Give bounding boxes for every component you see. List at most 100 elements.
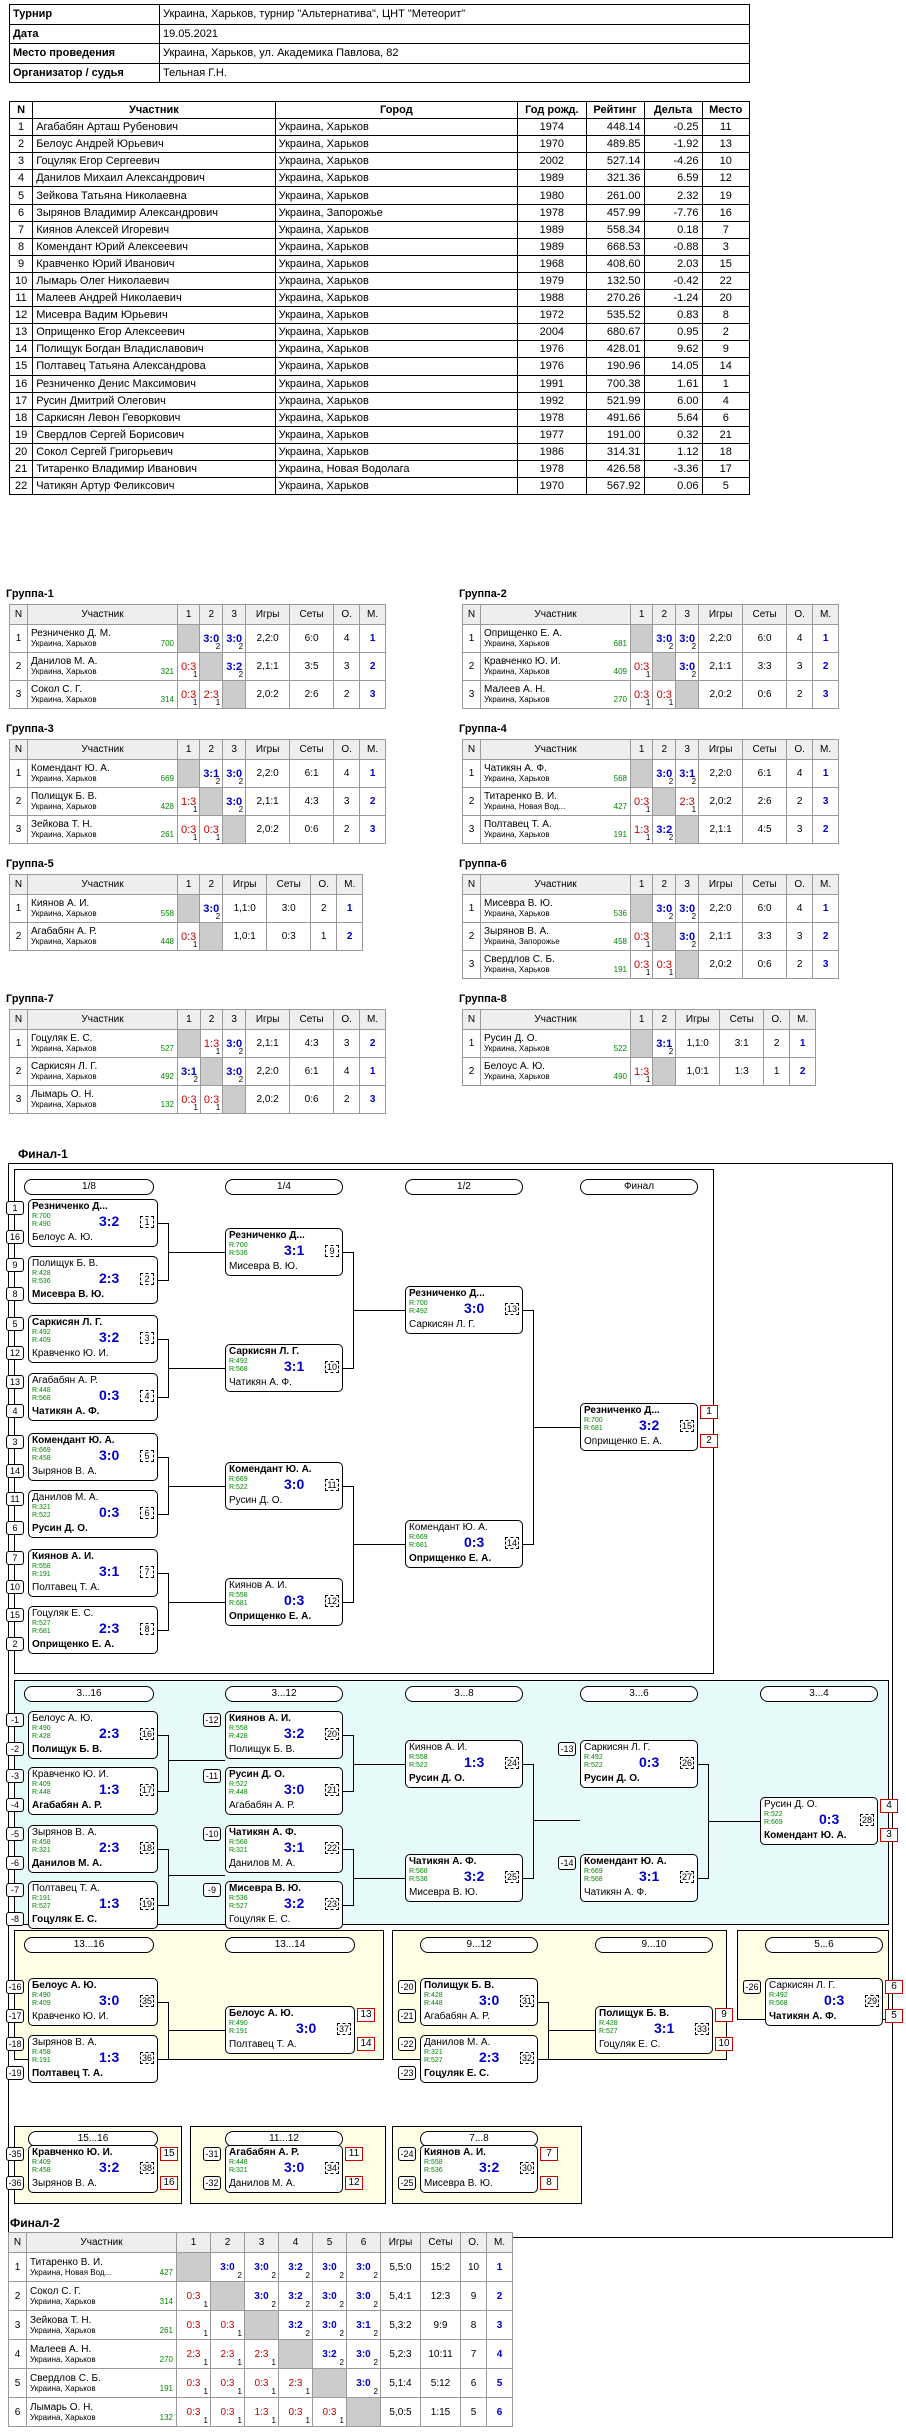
points: 1 xyxy=(192,698,198,707)
match-number: 29 xyxy=(865,1995,879,2007)
tournament-info-table: Турнир Украина, Харьков, турнир "Альтерна… xyxy=(9,4,750,83)
score-cell: 2:3 1 xyxy=(176,2339,211,2369)
participants-cell: 527.14 xyxy=(585,152,645,171)
match-score: 3:2 xyxy=(464,1868,485,1884)
points: 2 xyxy=(373,2358,378,2367)
place-cell: 2 xyxy=(359,787,387,816)
participants-cell: Комендант Юрий Алексеевич xyxy=(32,237,276,256)
participants-cell: Агабабян Арташ Рубенович xyxy=(32,118,276,137)
participants-cell: 314.31 xyxy=(585,442,645,461)
place-box: 3 xyxy=(880,1828,898,1842)
place-box: 6 xyxy=(885,1980,903,1994)
participants-cell: 5 xyxy=(701,477,751,496)
player-city: Украина, Харьков xyxy=(31,667,97,676)
table-row: 17 Русин Дмитрий Олегович Украина, Харьков… xyxy=(8,391,751,410)
participants-cell: 132.50 xyxy=(585,271,645,291)
group-player-cell: Оприщенко Е. А. Украина, Харьков 681 xyxy=(480,624,631,653)
participants-cell: 2004 xyxy=(517,323,587,342)
info-value: Украина, Харьков, турнир "Альтернатива",… xyxy=(159,4,750,25)
sets-cell: 6:1 xyxy=(289,1057,335,1086)
player-city: Украина, Харьков xyxy=(31,1100,97,1109)
participants-cell: Украина, Харьков xyxy=(274,340,519,359)
participants-cell: 10 xyxy=(701,152,751,171)
bracket-line xyxy=(168,1368,225,1369)
sets-cell: 3:1 xyxy=(719,1029,765,1058)
group-header-cell: 2 xyxy=(199,739,224,760)
seed-box: 12 xyxy=(6,1346,24,1360)
group-header-cell: О. xyxy=(333,739,361,760)
round-label: 5...6 xyxy=(765,1937,883,1953)
player-rating: 458 xyxy=(613,937,627,946)
match-player-2: Полищук Б. В. xyxy=(229,1744,296,1755)
score: 0:3 xyxy=(322,2406,337,2418)
points: 1 xyxy=(645,968,651,977)
final2-header-cell: 2 xyxy=(210,2232,245,2253)
sets-cell: 6:0 xyxy=(742,624,788,653)
match-player-1: Саркисян Л. Г. xyxy=(769,1980,836,1991)
player-name: Титаренко В. И. xyxy=(30,2256,103,2268)
participants-cell: 2 xyxy=(8,135,34,154)
group-row-number: 2 xyxy=(462,652,481,681)
group-header-cell: 1 xyxy=(176,739,201,760)
participants-cell: Украина, Харьков xyxy=(274,186,519,205)
points: 1 xyxy=(668,968,674,977)
table-row: 11 Малеев Андрей Николаевич Украина, Харьк… xyxy=(8,289,751,308)
participants-cell: 13 xyxy=(8,323,34,342)
points: 1 xyxy=(192,805,198,814)
player-city: Украина, Харьков xyxy=(30,2412,96,2422)
match-rating-2: R:527 xyxy=(599,2028,618,2035)
match-player-2: Полтавец Т. А. xyxy=(32,2068,103,2079)
points: 1 xyxy=(339,2416,344,2425)
match-rating-1: R:448 xyxy=(32,1387,51,1394)
points-cell: 5 xyxy=(460,2397,487,2427)
bracket-line xyxy=(168,2030,225,2031)
match-score: 3:1 xyxy=(639,1868,660,1884)
games-cell: 2,1:1 xyxy=(698,652,744,681)
group-title: Группа-3 xyxy=(6,723,54,735)
participants-cell: 1989 xyxy=(517,169,587,188)
score-cell: 0:3 1 xyxy=(278,2397,313,2427)
place-cell: 3 xyxy=(359,680,387,709)
participants-cell: 7 xyxy=(8,220,34,239)
participants-cell: 448.14 xyxy=(585,118,645,137)
player-name: Зейкова Т. Н. xyxy=(31,819,93,830)
seed-box: -7 xyxy=(6,1883,24,1897)
match-score: 0:3 xyxy=(284,1592,305,1608)
participants-cell: 15 xyxy=(701,254,751,273)
participants-cell: 17 xyxy=(8,391,34,410)
score-cell: 0:3 1 xyxy=(176,2310,211,2340)
bracket-line xyxy=(343,1791,353,1792)
match-number: 8 xyxy=(140,1623,154,1635)
seed-box: -18 xyxy=(6,2037,24,2051)
participants-cell: 1976 xyxy=(517,357,587,376)
group-header-cell: Сеты xyxy=(719,1009,765,1030)
match-rating-2: R:191 xyxy=(32,1571,51,1578)
games-cell: 5,5:0 xyxy=(380,2252,421,2282)
participants-cell: 22 xyxy=(701,271,751,291)
table-row: 3 Гоцуляк Егор Сергеевич Украина, Харьков 2… xyxy=(8,152,751,171)
round-label: 3...12 xyxy=(225,1686,343,1702)
score: 0:3 xyxy=(186,2377,201,2389)
match-rating-1: R:558 xyxy=(229,1592,248,1599)
match-rating-1: R:558 xyxy=(32,1563,51,1570)
points: 1 xyxy=(237,2358,242,2367)
match-player-1: Русин Д. О. xyxy=(229,1769,285,1780)
group-header-cell: 1 xyxy=(176,874,201,895)
group-player-cell: Полтавец Т. А. Украина, Харьков 191 xyxy=(480,815,631,844)
group-header-cell: М. xyxy=(359,1009,387,1030)
participants-cell: 668.53 xyxy=(585,237,645,256)
player-name: Комендант Ю. А. xyxy=(31,763,110,774)
score-cell: 2:3 1 xyxy=(675,787,700,816)
match-player-1: Кравченко Ю. И. xyxy=(32,1769,109,1780)
points: 2 xyxy=(339,2329,344,2338)
participants-cell: Данилов Михаил Александрович xyxy=(32,169,276,188)
match-rating-2: R:669 xyxy=(764,1819,783,1826)
round-label: Финал xyxy=(580,1179,698,1195)
match-number: 21 xyxy=(325,1784,339,1796)
table-row: 14 Полищук Богдан Владиславович Украина, Х… xyxy=(8,340,751,359)
match-box: Комендант Ю. А. R:669 R:681 Оприщенко Е. А.… xyxy=(405,1520,523,1568)
participants-cell: 1991 xyxy=(517,374,587,393)
participants-cell: Украина, Харьков xyxy=(274,289,519,308)
participants-cell: 12 xyxy=(8,306,34,325)
seed-box: 9 xyxy=(6,1258,24,1272)
